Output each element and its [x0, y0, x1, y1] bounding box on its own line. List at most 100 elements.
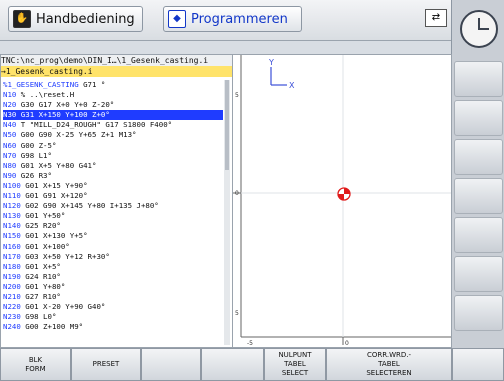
line-code: G01 X+5 Y+80 G41°: [16, 160, 97, 170]
softkey-button[interactable]: CORR.WRD.- TABEL SELECTEREN: [326, 348, 452, 381]
program-line[interactable]: N200 G01 Y+80°: [3, 282, 223, 292]
program-line[interactable]: N70 G98 L1°: [3, 151, 223, 161]
program-line[interactable]: N220 G01 X-20 Y+90 G40°: [3, 302, 223, 312]
program-code-list[interactable]: %1_GESENK_CASTING G71 ° N10 % ..\reset.H N…: [3, 80, 223, 332]
line-code: G01 X+5°: [20, 261, 61, 271]
line-number: N180: [3, 261, 21, 271]
program-line[interactable]: N110 G01 G91 X+120°: [3, 191, 223, 201]
line-code: G01 X+100°: [20, 241, 70, 251]
ruler-label: -5: [247, 340, 253, 347]
program-line[interactable]: N230 G98 L0°: [3, 312, 223, 322]
vertical-softkey[interactable]: [454, 217, 503, 253]
softkey-button[interactable]: PRESET: [71, 348, 141, 381]
tool-datum-icon: [337, 187, 351, 201]
mode-manual-tab[interactable]: ✋ Handbediening: [8, 6, 143, 32]
softkey-button[interactable]: BLK FORM: [0, 348, 71, 381]
vertical-softkey[interactable]: [454, 256, 503, 292]
line-code: G03 X+50 Y+12 R+30°: [20, 251, 110, 261]
line-number: N170: [3, 251, 21, 261]
program-line[interactable]: N130 G01 Y+50°: [3, 211, 223, 221]
axis-triad: Y X: [268, 58, 295, 90]
line-code: G01 X+130 Y+5°: [20, 231, 88, 241]
vertical-softkey[interactable]: [454, 100, 503, 136]
line-code: G01 Y+80°: [20, 281, 66, 291]
line-code: G27 R10°: [20, 291, 61, 301]
line-number: N190: [3, 271, 21, 281]
line-number: N50: [3, 130, 17, 140]
editor-scrollbar[interactable]: [224, 80, 230, 345]
line-number: N230: [3, 312, 21, 322]
program-line[interactable]: N30 G31 X+150 Y+100 Z+0°: [3, 110, 223, 121]
program-line[interactable]: N170 G03 X+50 Y+12 R+30°: [3, 252, 223, 262]
line-number: N120: [3, 201, 21, 211]
line-number: N210: [3, 291, 21, 301]
vertical-softkey[interactable]: [454, 178, 503, 214]
clock-icon: [460, 10, 498, 48]
program-line[interactable]: N140 G25 R20°: [3, 221, 223, 231]
line-number: N160: [3, 241, 21, 251]
line-number: N100: [3, 180, 21, 190]
vertical-softkey[interactable]: [454, 61, 503, 97]
line-number: N60: [3, 140, 17, 150]
line-code: G98 L1°: [16, 150, 52, 160]
line-code: T "MILL_D24_ROUGH" G17 S1800 F400°: [16, 120, 173, 130]
ruler-label: 5: [235, 310, 239, 317]
line-code: G01 G91 X+120°: [20, 191, 88, 201]
program-line[interactable]: N180 G01 X+5°: [3, 262, 223, 272]
line-number: N10: [3, 90, 17, 100]
axis-x-label: X: [289, 81, 295, 90]
line-code: G26 R3°: [16, 170, 52, 180]
line-number: N240: [3, 322, 21, 332]
axis-y-label: Y: [268, 58, 274, 67]
program-line[interactable]: N150 G01 X+130 Y+5°: [3, 231, 223, 241]
program-line[interactable]: N80 G01 X+5 Y+80 G41°: [3, 161, 223, 171]
line-code: G98 L0°: [20, 312, 57, 322]
line-number: N20: [3, 100, 17, 110]
line-code: G01 Y+50°: [20, 211, 66, 221]
line-code: G71 °: [78, 80, 106, 89]
graphics-view[interactable]: Y X 5 0 5 -5 0: [232, 54, 452, 348]
line-code: G30 G17 X+0 Y+0 Z-20°: [16, 100, 115, 110]
line-code: G01 X-20 Y+90 G40°: [20, 302, 106, 312]
line-number: N130: [3, 211, 21, 221]
line-code: G02 G90 X+145 Y+80 I+135 J+80°: [20, 201, 159, 211]
softkey-button[interactable]: NULPUNT TABEL SELECT: [264, 348, 326, 381]
line-number: N40: [3, 120, 17, 130]
line-number: %1_GESENK_CASTING: [3, 80, 79, 89]
program-line[interactable]: N160 G01 X+100°: [3, 242, 223, 252]
screen-layout-icon[interactable]: ⇄: [425, 9, 447, 27]
program-line[interactable]: N50 G00 G90 X-25 Y+65 Z+1 M13°: [3, 130, 223, 140]
line-code: G00 Z+100 M9°: [20, 322, 84, 332]
line-number: N110: [3, 191, 21, 201]
softkey-bar: BLK FORM PRESET NULPUNT TABEL SELECT CORR.W…: [0, 348, 504, 381]
line-code: G24 R10°: [20, 271, 61, 281]
vertical-softkey[interactable]: [454, 295, 503, 331]
top-mode-bar: ✋ Handbediening ◆ Programmeren ⇄: [0, 0, 451, 41]
line-code: G00 G90 X-25 Y+65 Z+1 M13°: [16, 130, 137, 140]
program-file-name[interactable]: →1_Gesenk_casting.i: [1, 66, 232, 77]
line-number: N30: [3, 110, 17, 120]
program-line[interactable]: N40 T "MILL_D24_ROUGH" G17 S1800 F400°: [3, 120, 223, 130]
program-line[interactable]: N210 G27 R10°: [3, 292, 223, 302]
mode-program-tab[interactable]: ◆ Programmeren: [163, 6, 302, 32]
vertical-softkey[interactable]: [454, 139, 503, 175]
program-line[interactable]: N240 G00 Z+100 M9°: [3, 322, 223, 332]
program-line[interactable]: N100 G01 X+15 Y+90°: [3, 181, 223, 191]
program-line[interactable]: N90 G26 R3°: [3, 171, 223, 181]
program-line[interactable]: N20 G30 G17 X+0 Y+0 Z-20°: [3, 100, 223, 110]
softkey-button[interactable]: [141, 348, 201, 381]
line-number: N70: [3, 150, 17, 160]
line-code: G01 X+15 Y+90°: [20, 180, 88, 190]
line-number: N220: [3, 302, 21, 312]
line-number: N90: [3, 170, 17, 180]
hand-icon: ✋: [13, 10, 31, 28]
mode-manual-label: Handbediening: [36, 11, 135, 27]
softkey-button[interactable]: [201, 348, 264, 381]
line-code: G25 R20°: [20, 221, 61, 231]
program-line[interactable]: %1_GESENK_CASTING G71 °: [3, 80, 223, 90]
program-line[interactable]: N190 G24 R10°: [3, 272, 223, 282]
program-line[interactable]: N120 G02 G90 X+145 Y+80 I+135 J+80°: [3, 201, 223, 211]
program-line[interactable]: N60 G00 Z-5°: [3, 141, 223, 151]
program-line[interactable]: N10 % ..\reset.H: [3, 90, 223, 100]
softkey-button[interactable]: [452, 348, 504, 381]
